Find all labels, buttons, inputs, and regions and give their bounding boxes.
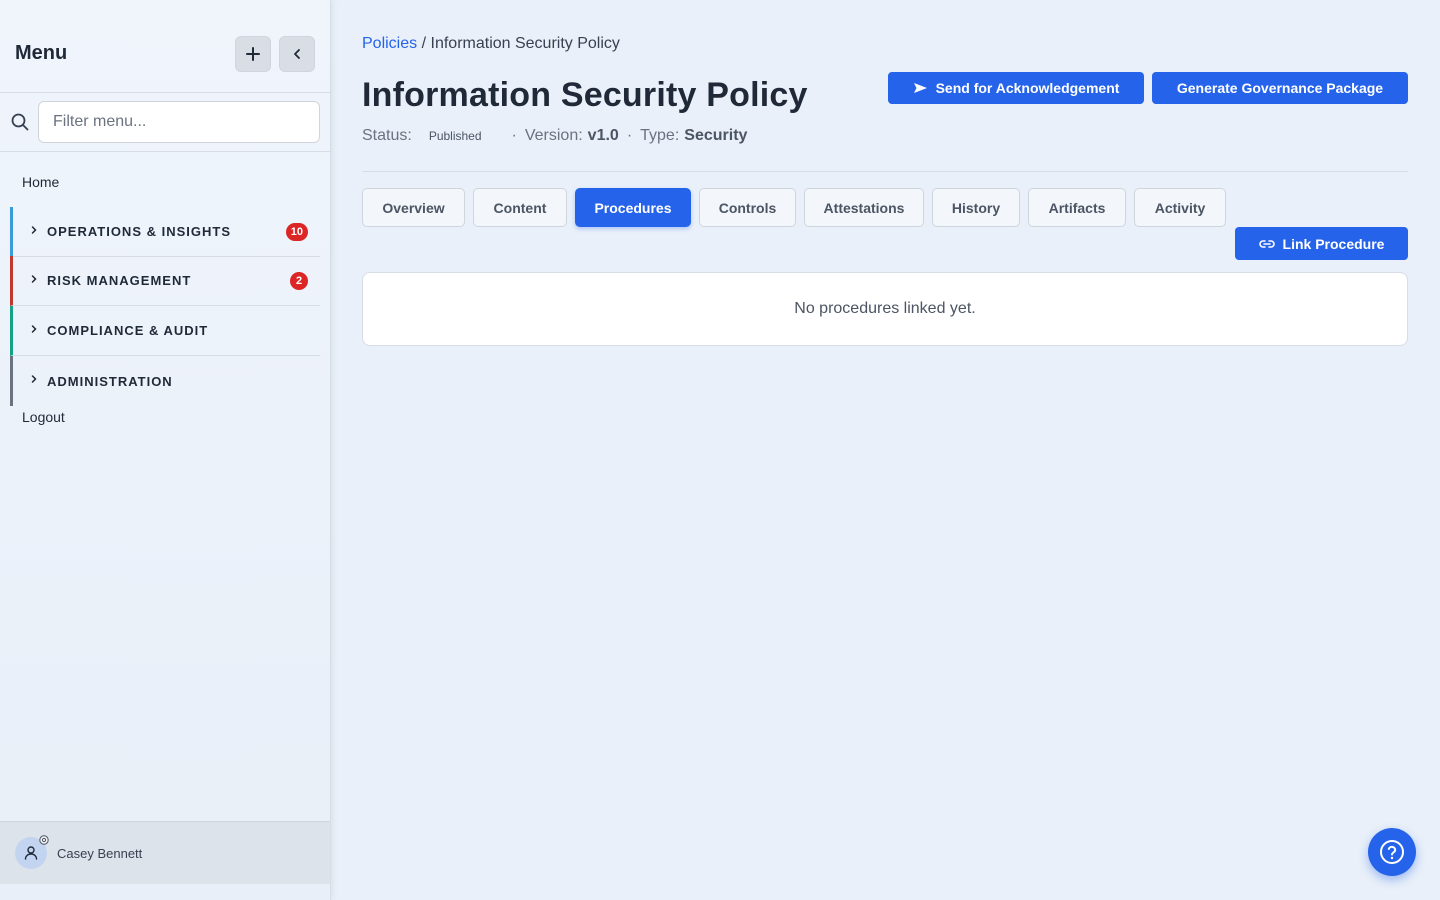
nav-group-label: COMPLIANCE & AUDIT — [47, 323, 209, 338]
nav-logout[interactable]: Logout — [22, 409, 65, 425]
gear-icon — [39, 835, 49, 845]
send-icon — [913, 83, 927, 93]
nav-group-label: ADMINISTRATION — [47, 373, 173, 389]
count-badge: 2 — [290, 271, 308, 290]
avatar[interactable] — [15, 835, 49, 869]
sidebar: Menu Home OPERATIONS & INSIGHTS 10 RISK … — [0, 0, 331, 900]
nav-group-operations-insights[interactable]: OPERATIONS & INSIGHTS 10 — [10, 207, 320, 257]
link-procedure-button[interactable]: Link Procedure — [1235, 227, 1408, 260]
nav-group-label: RISK MANAGEMENT — [47, 273, 192, 288]
procedures-empty-state: No procedures linked yet. — [362, 272, 1408, 346]
nav-home[interactable]: Home — [22, 174, 59, 190]
version-label: Version: — [524, 127, 583, 144]
tab-history[interactable]: History — [932, 188, 1020, 227]
tab-activity[interactable]: Activity — [1134, 188, 1226, 227]
collapse-sidebar-button[interactable] — [279, 36, 315, 72]
filter-menu-input[interactable] — [38, 101, 320, 143]
chevron-right-icon — [31, 325, 37, 333]
help-button[interactable] — [1368, 828, 1416, 876]
type-value: Security — [684, 127, 748, 144]
menu-filter — [0, 93, 330, 152]
policy-meta: Status: Published · Version: v1.0 · Type… — [362, 127, 747, 145]
chevron-right-icon — [31, 226, 37, 234]
tab-artifacts[interactable]: Artifacts — [1028, 188, 1126, 227]
tab-content[interactable]: Content — [473, 188, 567, 227]
chevron-left-icon — [294, 49, 300, 59]
breadcrumb-link-policies[interactable]: Policies — [362, 35, 417, 52]
tab-overview[interactable]: Overview — [362, 188, 465, 227]
breadcrumb-current: Information Security Policy — [430, 35, 620, 52]
gen-gov-label: Generate Governance Package — [1176, 80, 1384, 96]
user-panel[interactable]: Casey Bennett — [0, 821, 330, 884]
count-badge: 10 — [285, 222, 308, 241]
breadcrumb-separator: / — [421, 35, 427, 52]
link-icon — [1258, 239, 1275, 248]
chevron-right-icon — [31, 275, 37, 283]
add-button[interactable] — [235, 36, 271, 72]
nav-group-risk-management[interactable]: RISK MANAGEMENT 2 — [10, 256, 320, 306]
version-value: v1.0 — [587, 127, 619, 144]
help-icon — [1380, 840, 1404, 864]
header-divider — [362, 171, 1408, 172]
tab-attestations[interactable]: Attestations — [804, 188, 924, 227]
nav-group-label: OPERATIONS & INSIGHTS — [47, 224, 231, 239]
page-title: Information Security Policy — [362, 76, 808, 114]
link-procedure-label: Link Procedure — [1282, 235, 1385, 252]
user-name: Casey Bennett — [57, 846, 143, 861]
chevron-right-icon — [31, 375, 37, 383]
search-icon — [11, 113, 29, 131]
meta-separator: · — [511, 127, 517, 144]
nav-group-administration[interactable]: ADMINISTRATION — [10, 356, 320, 406]
status-label: Status: — [362, 127, 412, 144]
plus-icon — [246, 47, 260, 61]
send-ack-label: Send for Acknowledgement — [935, 80, 1120, 96]
breadcrumb: Policies / Information Security Policy — [362, 35, 620, 53]
user-icon — [24, 846, 38, 860]
status-badge: Published — [428, 129, 482, 143]
generate-governance-package-button[interactable]: Generate Governance Package — [1152, 72, 1408, 104]
meta-separator: · — [626, 127, 633, 144]
sidebar-title: Menu — [15, 42, 68, 64]
nav-group-compliance-audit[interactable]: COMPLIANCE & AUDIT — [10, 306, 320, 356]
tab-controls[interactable]: Controls — [699, 188, 796, 227]
tab-procedures[interactable]: Procedures — [575, 188, 691, 227]
type-label: Type: — [640, 127, 680, 144]
send-for-acknowledgement-button[interactable]: Send for Acknowledgement — [888, 72, 1144, 104]
empty-state-text: No procedures linked yet. — [794, 300, 976, 317]
sidebar-header: Menu — [0, 0, 330, 93]
